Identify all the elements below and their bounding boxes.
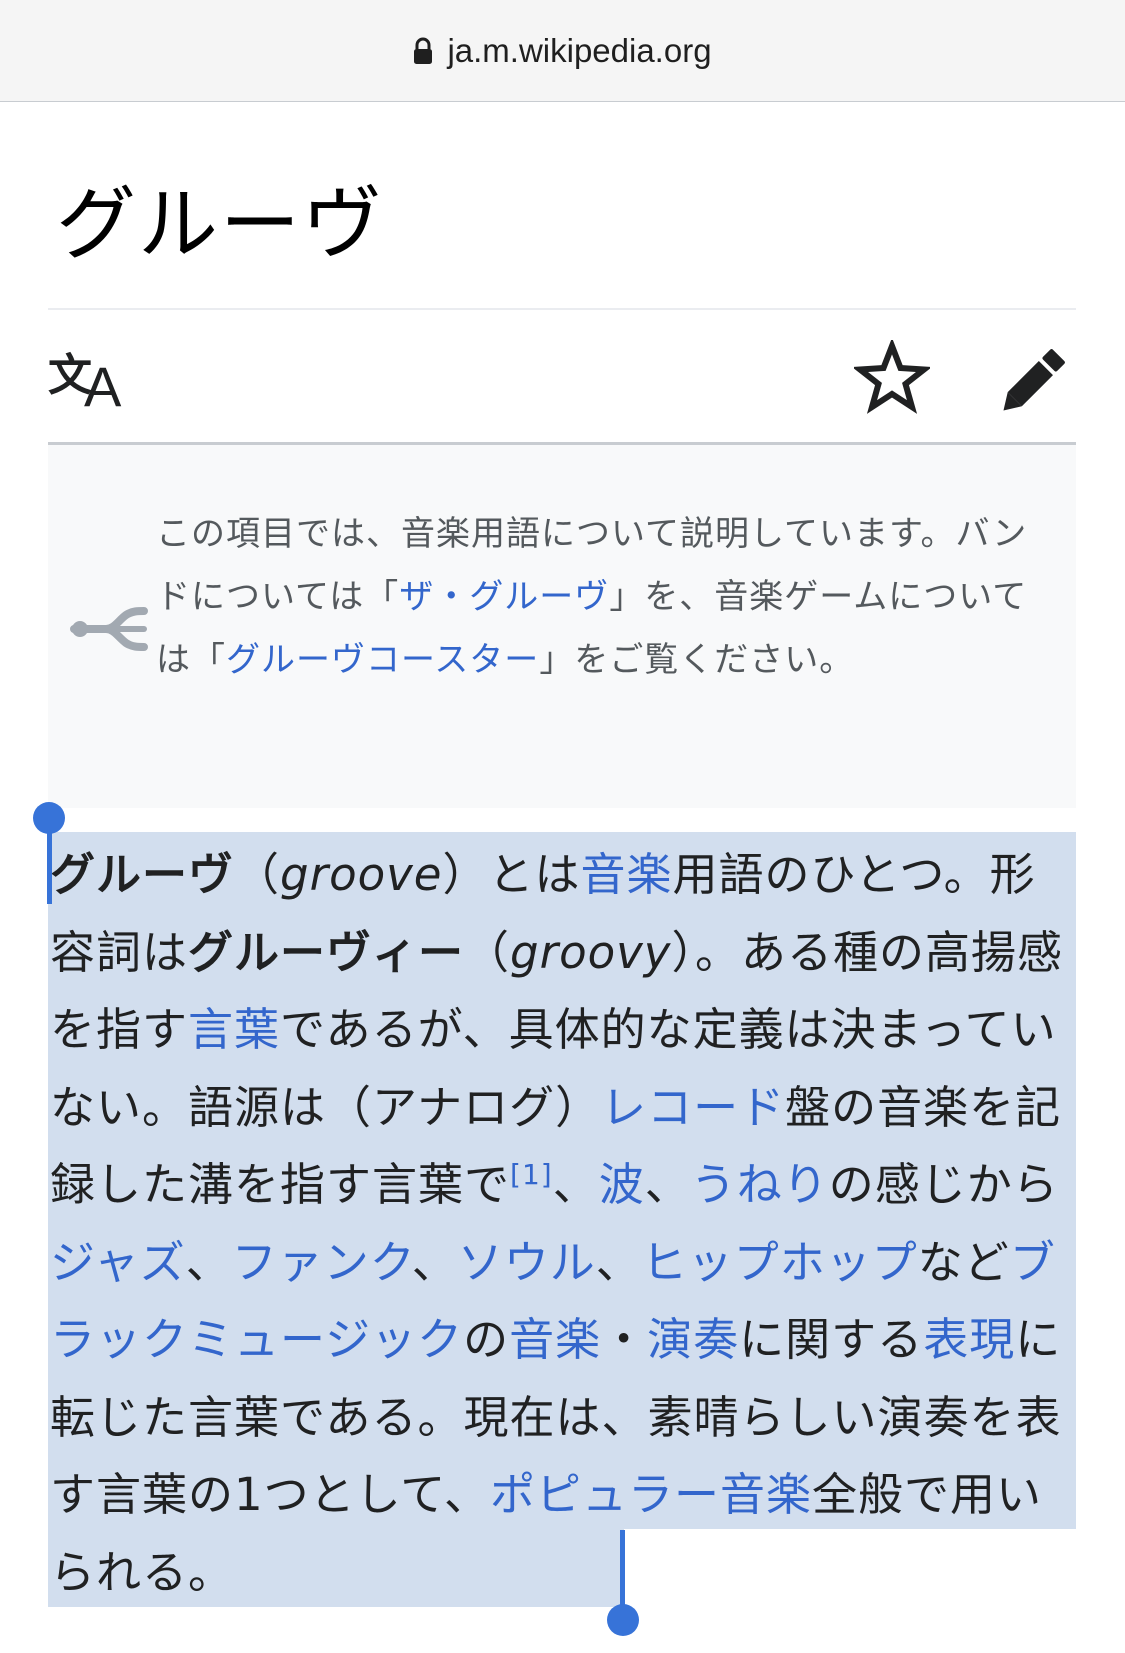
text: 、	[595, 1235, 642, 1289]
browser-address-bar[interactable]: ja.m.wikipedia.org	[0, 0, 1125, 102]
text: （	[234, 848, 281, 901]
svg-text:A: A	[84, 355, 122, 416]
pencil-icon[interactable]	[998, 340, 1074, 416]
reference-1[interactable]: [1]	[510, 1158, 553, 1191]
link-jazz[interactable]: ジャズ	[50, 1236, 186, 1289]
translate-icon[interactable]: 文 A	[48, 340, 128, 416]
link-funk[interactable]: ファンク	[232, 1236, 412, 1289]
disambiguation-icon	[70, 607, 148, 651]
text: に関する	[739, 1313, 924, 1366]
text: ）とは	[442, 848, 581, 901]
text: 、	[644, 1158, 691, 1211]
term-groovy-latin: groovy	[510, 925, 672, 979]
link-performance[interactable]: 演奏	[647, 1313, 739, 1366]
hatnote-text-3: 」をご覧ください。	[539, 640, 855, 680]
text: の感じから	[828, 1158, 1059, 1211]
link-the-groove[interactable]: ザ・グルーヴ	[399, 577, 609, 617]
link-popular-music[interactable]: ポピュラー音楽	[490, 1468, 812, 1521]
term-groovy: グルーヴィー	[188, 925, 465, 979]
url-text: ja.m.wikipedia.org	[447, 31, 712, 69]
hatnote-box: この項目では、音楽用語について説明しています。バンドについては「ザ・グルーヴ」を…	[48, 445, 1076, 808]
link-music-2[interactable]: 音楽	[509, 1313, 601, 1366]
selection-end-handle[interactable]	[620, 1530, 625, 1610]
article-lead-paragraph[interactable]: グルーヴ（groove）とは音楽用語のひとつ。形容詞はグルーヴィー（groovy…	[50, 836, 1070, 1611]
text: ・	[601, 1313, 648, 1366]
term-groove: グルーヴ	[50, 848, 235, 901]
text: 、	[185, 1235, 232, 1289]
link-expression[interactable]: 表現	[923, 1313, 1015, 1366]
text: （	[464, 925, 511, 979]
text: 、	[552, 1158, 599, 1211]
text: の	[463, 1313, 510, 1366]
page-actions-toolbar: 文 A	[48, 326, 1076, 436]
lock-icon	[414, 37, 433, 64]
link-soul[interactable]: ソウル	[458, 1236, 596, 1289]
hatnote-text: この項目では、音楽用語について説明しています。バンドについては「ザ・グルーヴ」を…	[156, 503, 1056, 692]
link-wave[interactable]: 波	[599, 1158, 645, 1211]
text: など	[917, 1235, 1010, 1289]
text: 、	[411, 1235, 458, 1289]
title-divider	[48, 308, 1076, 310]
page-title: グルーヴ	[56, 178, 384, 271]
link-hiphop[interactable]: ヒップホップ	[642, 1236, 918, 1289]
star-icon[interactable]	[854, 340, 930, 416]
selection-start-knob[interactable]	[33, 802, 65, 834]
link-word[interactable]: 言葉	[188, 1003, 280, 1056]
selection-end-knob[interactable]	[607, 1604, 639, 1636]
term-groove-latin: groove	[280, 848, 443, 901]
url-display[interactable]: ja.m.wikipedia.org	[413, 31, 712, 70]
link-undulation[interactable]: うねり	[691, 1158, 829, 1211]
link-record[interactable]: レコード	[601, 1081, 785, 1134]
link-music[interactable]: 音楽	[581, 848, 673, 901]
link-groove-coaster[interactable]: グルーヴコースター	[226, 640, 539, 680]
selection-start-handle[interactable]	[47, 830, 52, 904]
